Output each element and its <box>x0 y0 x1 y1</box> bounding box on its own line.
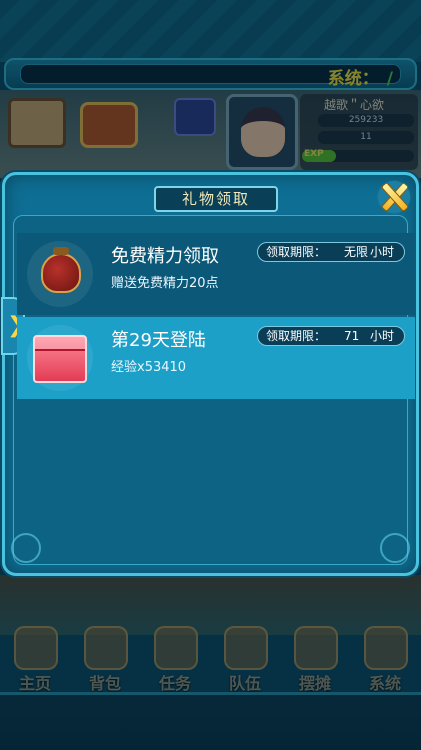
gift-item[interactable]: 免费精力领取 赠送免费精力20点 领取期限： 无限 小时 <box>17 233 415 315</box>
gift-description: 经验x53410 <box>111 360 187 375</box>
deadline-label: 领取期限： <box>266 245 327 259</box>
gift-title: 第29天登陆 <box>111 330 206 351</box>
close-button[interactable] <box>374 177 414 217</box>
dialog-title: 礼物领取 <box>154 186 278 212</box>
corner-ornament-icon <box>11 533 41 563</box>
red-jar-icon <box>41 247 81 293</box>
corner-ornament-icon <box>380 533 410 563</box>
gift-title: 免费精力领取 <box>111 246 219 267</box>
gift-item-selected[interactable]: 第29天登陆 经验x53410 领取期限： 71 小时 <box>17 317 415 399</box>
gift-dialog: 礼物领取 ❯ 免费精力领取 赠送免费精力20点 领取期限： 无限 小时 第29天… <box>1 172 419 576</box>
box-band <box>35 349 85 351</box>
deadline-value: 71 <box>344 329 360 343</box>
gift-description: 赠送免费精力20点 <box>111 276 219 291</box>
pink-gift-box-icon <box>33 335 87 383</box>
jar-lid <box>53 247 69 255</box>
gift-deadline: 领取期限： 71 小时 <box>257 326 405 346</box>
deadline-value: 无限 <box>344 245 369 259</box>
gift-deadline: 领取期限： 无限 小时 <box>257 242 405 262</box>
deadline-label: 领取期限： <box>266 329 327 343</box>
deadline-unit: 小时 <box>369 329 394 343</box>
deadline-unit: 小时 <box>369 245 394 259</box>
